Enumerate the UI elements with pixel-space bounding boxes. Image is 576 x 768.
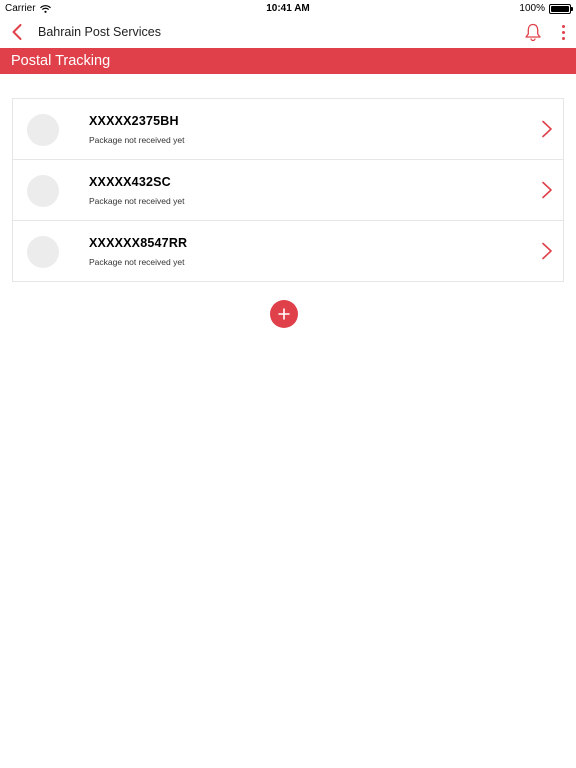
tracking-code: XXXXXX8547RR <box>89 236 188 250</box>
package-avatar <box>27 236 59 268</box>
tracking-status: Package not received yet <box>89 135 185 145</box>
tracking-item[interactable]: XXXXX2375BH Package not received yet <box>13 99 563 160</box>
back-button[interactable] <box>6 21 28 43</box>
notifications-button[interactable] <box>524 22 542 42</box>
package-avatar <box>27 175 59 207</box>
chevron-right-icon <box>542 242 552 260</box>
bell-icon <box>525 23 541 42</box>
status-bar: Carrier 10:41 AM 100% <box>0 0 576 17</box>
tracking-list: XXXXX2375BH Package not received yet XXX… <box>12 98 564 282</box>
chevron-right-icon <box>542 120 552 138</box>
tracking-item[interactable]: XXXXXX8547RR Package not received yet <box>13 221 563 282</box>
more-options-button[interactable] <box>558 22 568 42</box>
navigation-bar: Bahrain Post Services <box>0 17 576 48</box>
chevron-left-icon <box>12 24 22 40</box>
section-header: Postal Tracking <box>0 48 576 74</box>
tracking-status: Package not received yet <box>89 257 185 267</box>
tracking-status: Package not received yet <box>89 196 185 206</box>
add-tracking-button[interactable] <box>270 300 298 328</box>
plus-icon <box>278 308 290 320</box>
package-avatar <box>27 114 59 146</box>
tracking-code: XXXXX432SC <box>89 175 171 189</box>
app-title: Bahrain Post Services <box>38 25 161 39</box>
battery-icon <box>549 3 573 14</box>
tracking-code: XXXXX2375BH <box>89 114 179 128</box>
clock: 10:41 AM <box>266 3 310 14</box>
battery-indicator: 100% <box>519 3 573 14</box>
battery-percent: 100% <box>519 3 545 14</box>
chevron-right-icon <box>542 181 552 199</box>
tracking-item[interactable]: XXXXX432SC Package not received yet <box>13 160 563 221</box>
more-vertical-icon <box>561 24 565 40</box>
